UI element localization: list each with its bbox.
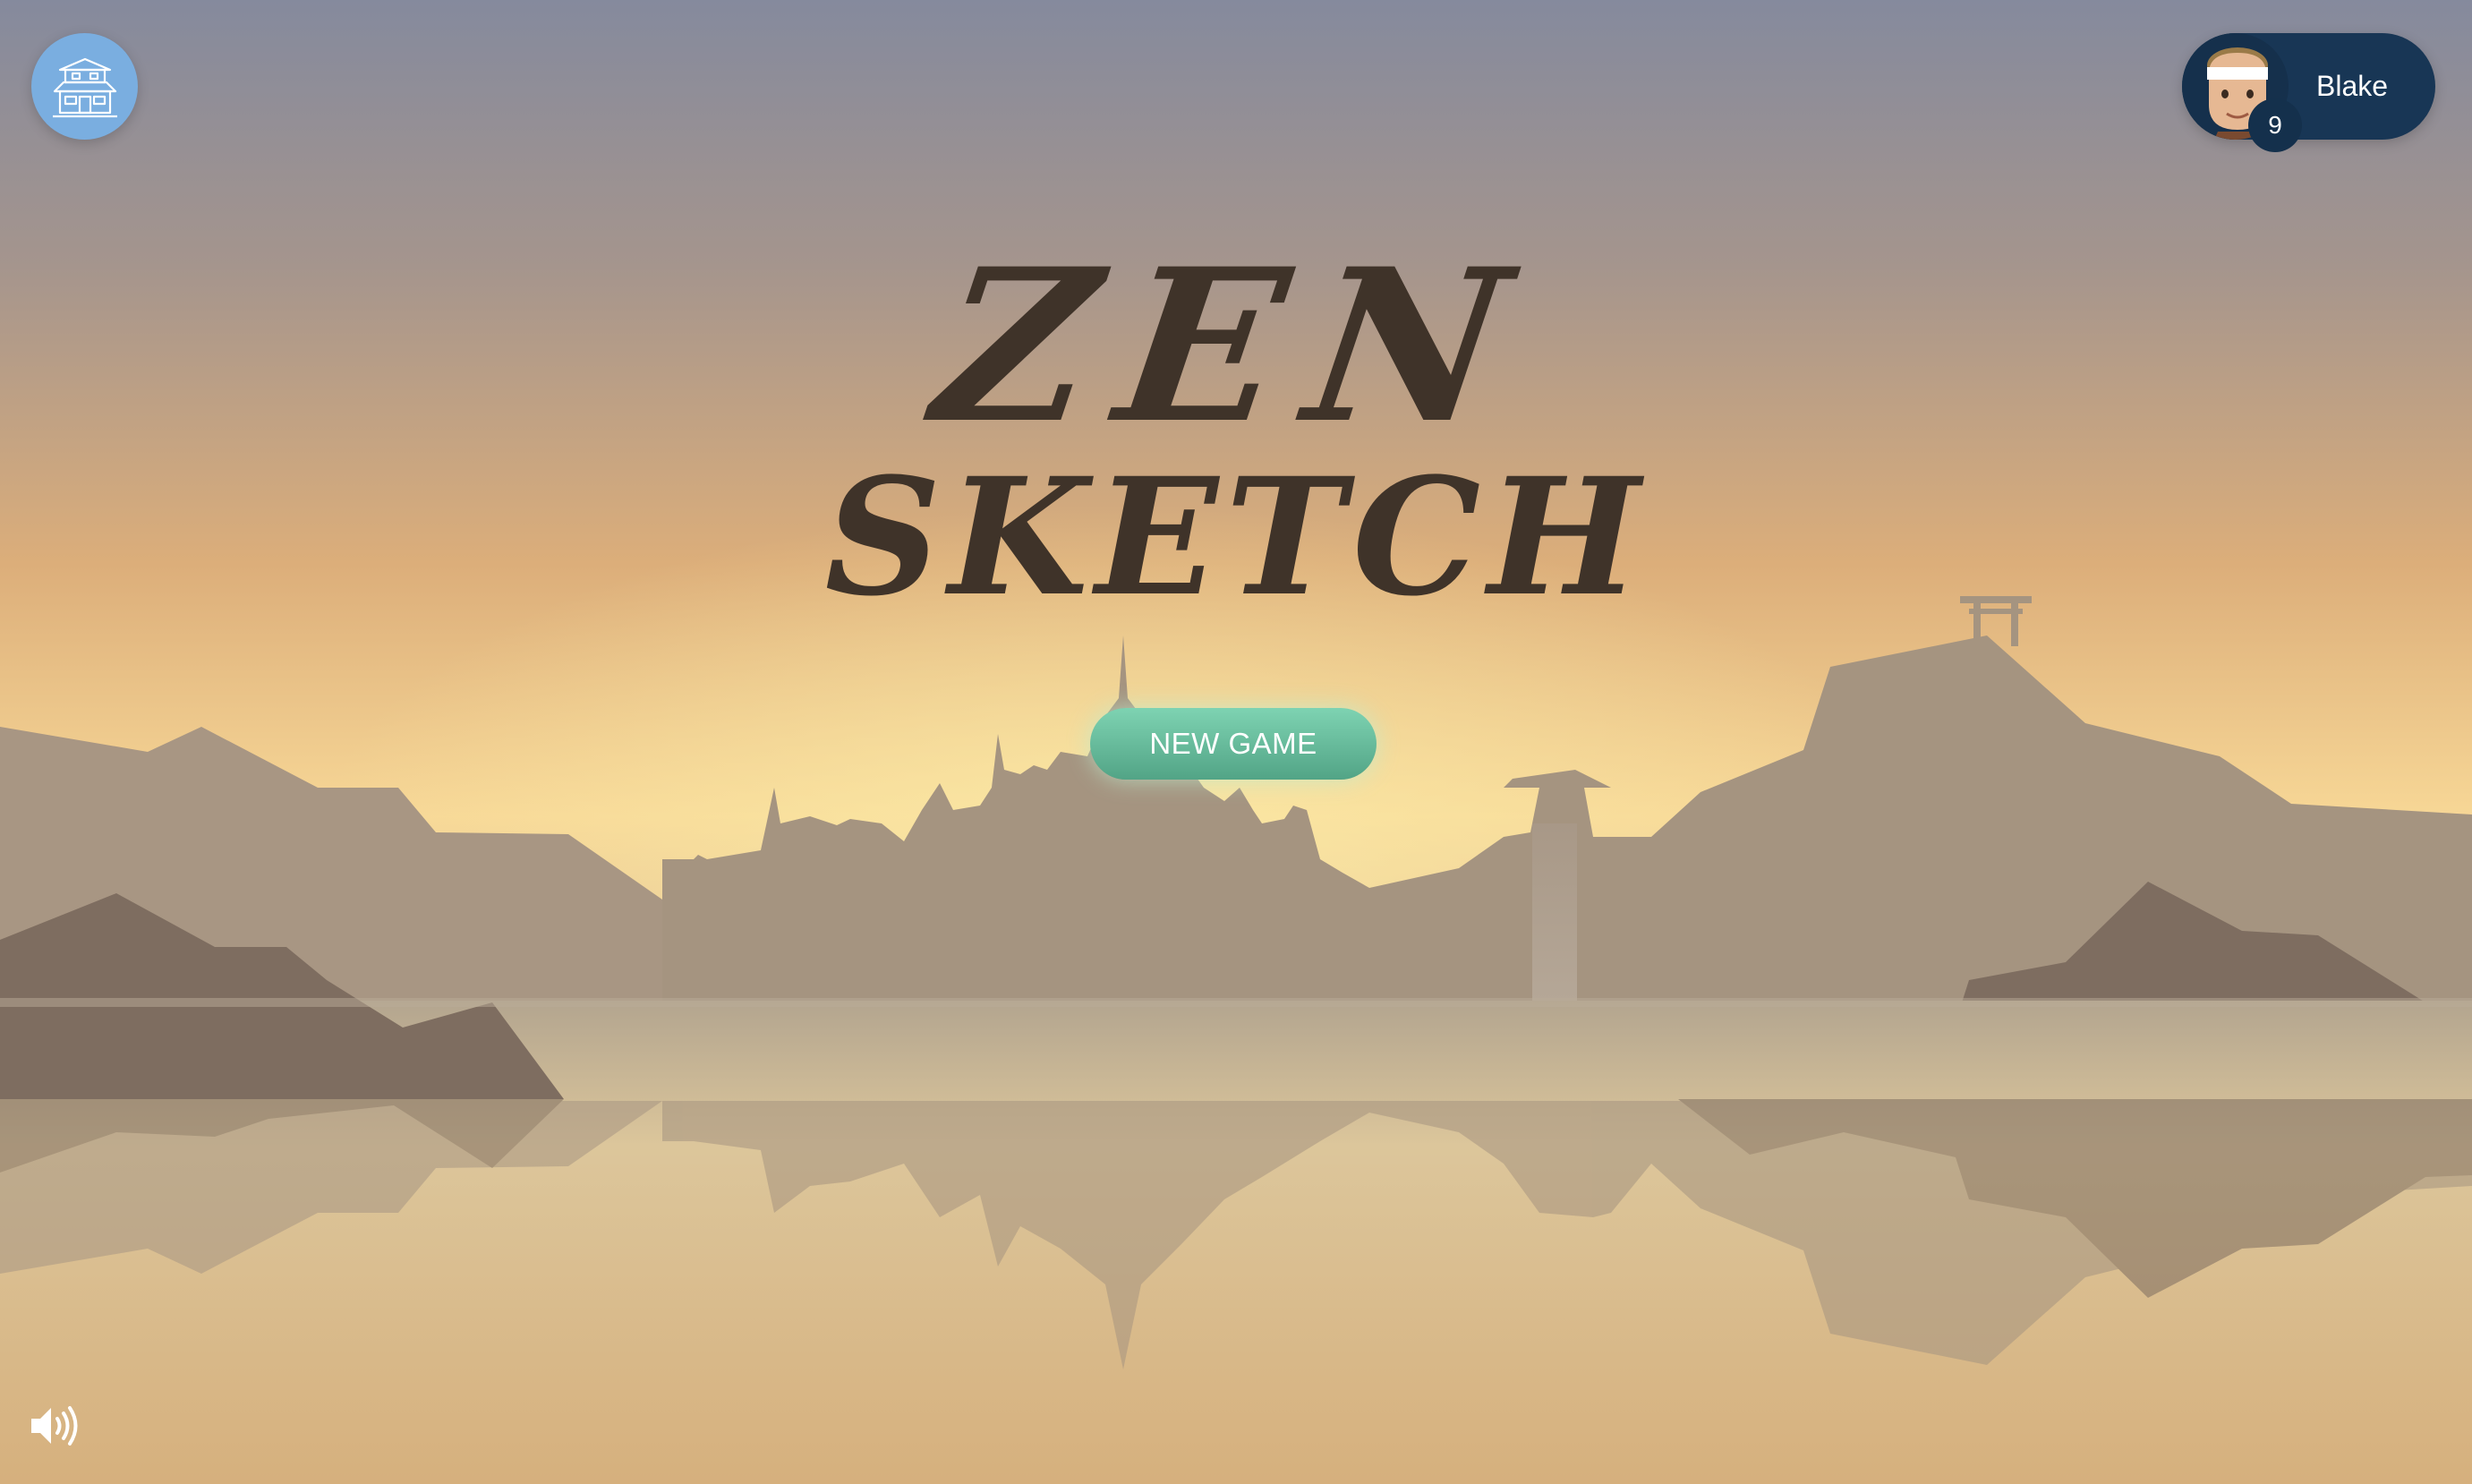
new-game-button[interactable]: NEW GAME [1090, 708, 1377, 780]
player-name: Blake [2316, 70, 2389, 102]
speaker-volume-icon [31, 1406, 78, 1446]
title-line-sketch: SKETCH [824, 443, 1648, 632]
game-title: ZEN SKETCH [0, 223, 2472, 632]
home-button[interactable] [31, 33, 138, 140]
player-profile-card[interactable]: 9 Blake [2182, 33, 2435, 152]
title-line-zen: ZEN [922, 223, 1550, 470]
level-badge: 9 [2248, 98, 2302, 152]
pagoda-house-icon [52, 57, 117, 117]
sound-toggle-button[interactable] [30, 1403, 80, 1448]
